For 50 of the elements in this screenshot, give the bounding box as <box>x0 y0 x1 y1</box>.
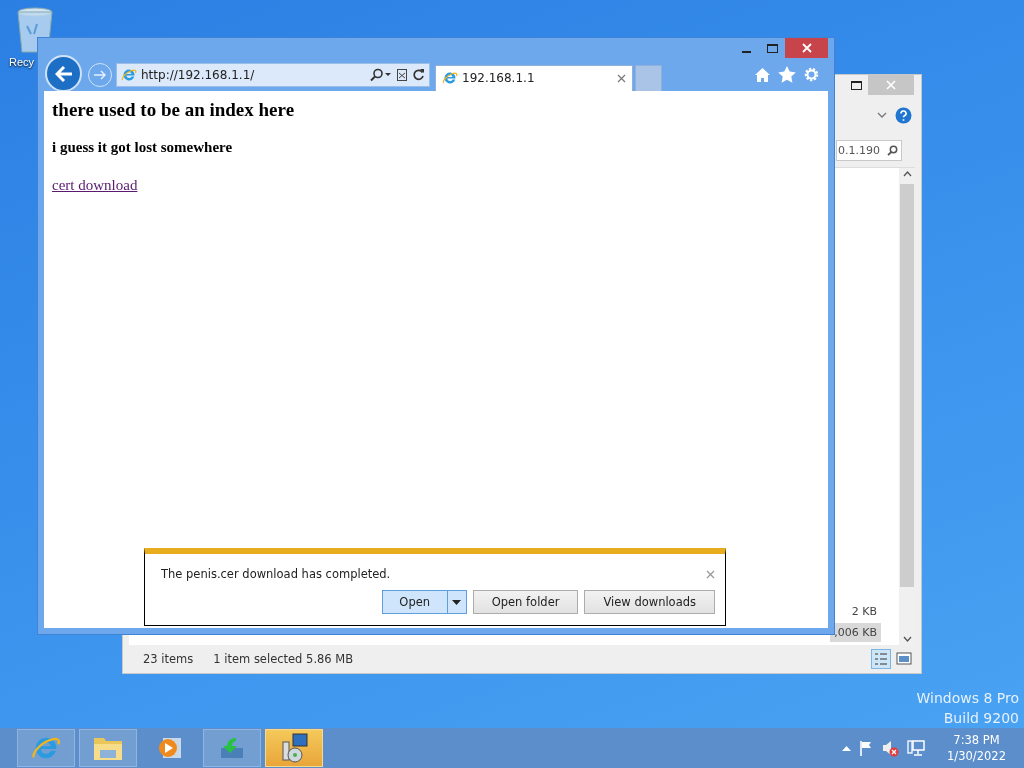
maximize-icon <box>766 43 778 53</box>
close-icon <box>706 570 715 579</box>
desktop-icon-label[interactable]: Recy <box>9 56 35 68</box>
home-icon[interactable] <box>754 66 771 83</box>
refresh-icon[interactable] <box>412 68 425 81</box>
back-button[interactable] <box>45 55 82 92</box>
star-icon[interactable] <box>778 66 796 83</box>
file-size: 2 KB <box>850 604 878 620</box>
edition-text: Build 9200 <box>943 710 1019 726</box>
browser-tab[interactable]: 192.168.1.1 <box>435 64 633 91</box>
page-subheading: i guess it got lost somewhere <box>52 139 234 156</box>
download-message: The penis.cer download has completed. <box>161 567 391 581</box>
download-arrow-icon <box>218 736 246 760</box>
action-button[interactable]: View downloads <box>584 590 715 614</box>
show-hidden-icons-icon[interactable] <box>842 745 852 751</box>
page-heading: there used to be an index here <box>52 99 296 121</box>
details-view-icon[interactable] <box>871 649 891 669</box>
item-count: 23 items <box>143 652 194 666</box>
chevron-down-icon[interactable] <box>877 111 887 119</box>
file-size: ,006 KB <box>830 623 881 642</box>
close-icon <box>801 43 812 53</box>
search-icon <box>887 144 898 156</box>
close-icon <box>886 80 896 90</box>
edition-text: Windows 8 Pro <box>916 690 1019 706</box>
search-icon[interactable] <box>370 67 392 82</box>
scrollbar[interactable] <box>899 168 915 645</box>
network-icon[interactable] <box>907 739 926 757</box>
close-icon[interactable] <box>617 73 626 83</box>
compatibility-view-icon[interactable] <box>396 67 408 82</box>
taskbar-button[interactable] <box>265 729 323 767</box>
muted-speaker-icon[interactable] <box>881 739 900 757</box>
action-button[interactable]: Open folder <box>472 590 579 614</box>
selection-count: 1 item selected <box>213 652 303 666</box>
setup-icon <box>279 732 309 764</box>
back-arrow-icon <box>54 65 73 82</box>
open-button[interactable]: Open <box>381 590 448 614</box>
browser-icon <box>442 70 458 86</box>
media-player-icon <box>157 735 183 761</box>
caret-icon <box>452 599 462 605</box>
close-button[interactable] <box>785 38 828 58</box>
forward-arrow-icon <box>94 69 106 80</box>
selection-size: 5.86 MB <box>306 652 354 666</box>
download-link[interactable]: cert download <box>52 177 138 193</box>
help-icon[interactable] <box>895 106 912 124</box>
address-bar[interactable]: http://192.168.1.1/ <box>116 62 430 87</box>
search-field[interactable]: 0.1.190 <box>836 139 902 161</box>
settings-icon[interactable] <box>803 66 820 83</box>
flag-icon[interactable] <box>859 740 874 756</box>
maximize-icon <box>851 80 862 90</box>
minimize-icon <box>741 50 751 53</box>
